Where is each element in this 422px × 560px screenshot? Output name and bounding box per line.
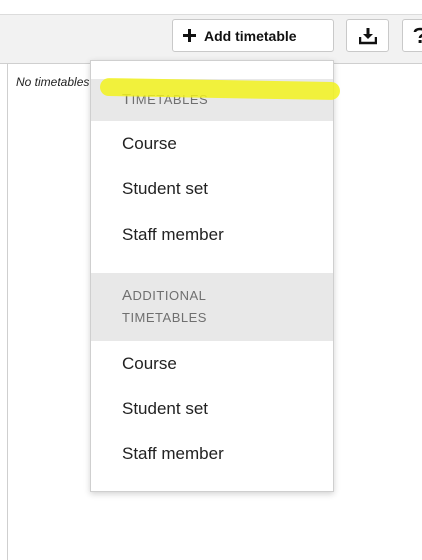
menu-item-label: Course [122,134,177,153]
content-border [7,64,8,560]
menu-item-label: Student set [122,179,209,198]
menu-item-label: Staff member [122,225,224,244]
add-timetable-button[interactable]: Add timetable [172,19,334,52]
empty-timetable-message: No timetables [16,75,90,89]
section-header-line: ADDITIONAL [122,287,207,304]
download-icon [358,27,377,45]
menu-item-label: Student set [122,399,209,418]
menu-item-additional-student-set[interactable]: Student set [91,389,333,429]
help-button[interactable] [402,19,422,52]
add-timetable-label: Add timetable [204,27,297,44]
download-button[interactable] [346,19,389,52]
help-icon [413,27,422,45]
section-header-additional-timetables: ADDITIONAL TIMETABLES [91,273,333,341]
menu-item-additional-course[interactable]: Course [91,344,333,384]
menu-item-staff-member[interactable]: Staff member [91,215,333,255]
plus-icon [183,29,196,42]
add-timetable-menu: TIMETABLES Course Student set Staff memb… [90,60,334,492]
menu-item-student-set[interactable]: Student set [91,169,333,209]
page: Add timetable No timetables TIMETABLES C… [0,0,422,560]
menu-item-course[interactable]: Course [91,124,333,164]
menu-item-label: Course [122,354,177,373]
section-header-line: TIMETABLES [122,310,207,325]
menu-item-label: Staff member [122,444,224,463]
menu-item-additional-staff-member[interactable]: Staff member [91,434,333,474]
